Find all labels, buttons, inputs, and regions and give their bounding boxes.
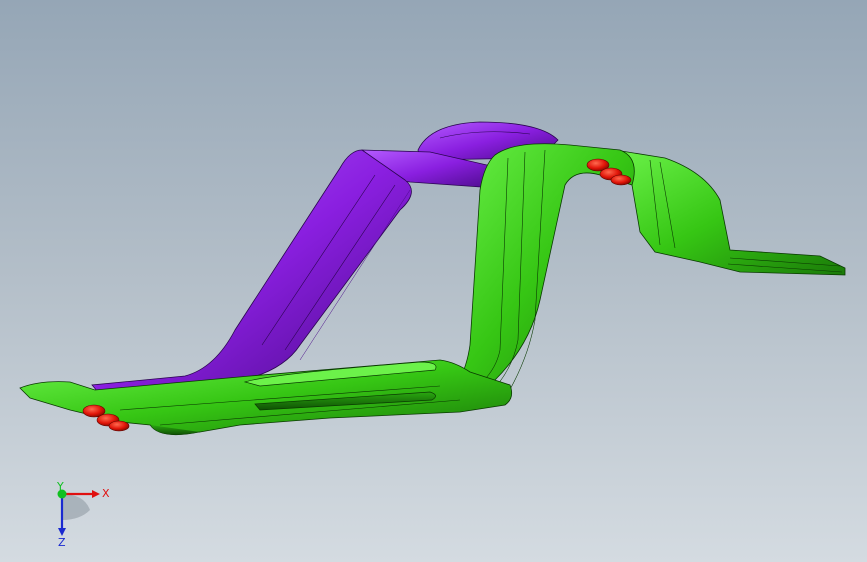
red-nut-6 [610,174,632,186]
green-right-flange [614,149,846,276]
bracket-model[interactable] [0,0,867,562]
x-axis-arrow [92,490,100,498]
z-axis-label: Z [58,536,66,549]
purple-arm [91,149,412,393]
red-nut-3 [108,420,130,432]
triad-shadow [62,494,90,520]
z-axis-arrow [58,528,66,536]
x-axis-label: X [102,487,110,500]
3d-viewport[interactable]: X Y Z [0,0,867,562]
axis-triad: X Y Z [56,480,110,549]
y-axis-label: Y [56,480,64,493]
